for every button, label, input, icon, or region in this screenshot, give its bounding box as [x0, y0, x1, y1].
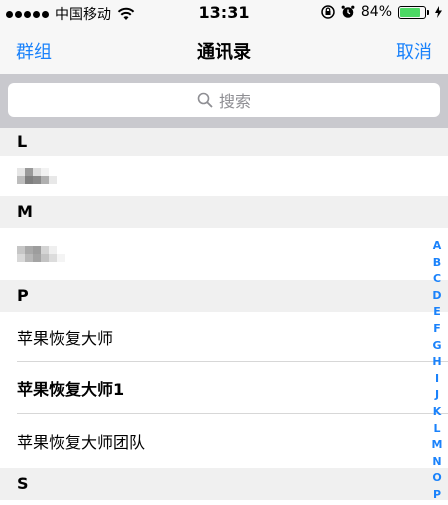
status-right: 84%: [321, 4, 442, 20]
search-bar: 搜索: [0, 74, 448, 128]
index-letter-h[interactable]: H: [432, 354, 441, 371]
contact-row[interactable]: 苹果恢复大师1: [0, 362, 448, 414]
index-letter-l[interactable]: L: [433, 421, 440, 438]
rotation-lock-icon: [321, 5, 335, 19]
index-letter-a[interactable]: A: [433, 238, 442, 255]
contact-name: 苹果恢复大师团队: [17, 433, 146, 452]
index-letter-m[interactable]: M: [432, 437, 443, 454]
index-letter-o[interactable]: O: [432, 470, 441, 487]
index-letter-p[interactable]: P: [433, 487, 441, 504]
nav-bar: 群组 通讯录 取消: [0, 28, 448, 74]
search-input[interactable]: 搜索: [8, 83, 440, 117]
section-index[interactable]: ABCDEFGHIJKLMNOP: [430, 238, 444, 504]
battery-percent: 84%: [360, 4, 392, 20]
battery-icon: [398, 5, 429, 19]
index-letter-g[interactable]: G: [432, 338, 441, 355]
page-title: 通讯录: [197, 42, 251, 63]
cancel-button[interactable]: 取消: [396, 38, 432, 64]
index-letter-c[interactable]: C: [433, 271, 441, 288]
contact-name: 苹果恢复大师: [17, 329, 114, 348]
index-letter-j[interactable]: J: [435, 387, 439, 404]
contact-row[interactable]: [0, 156, 448, 196]
contact-row[interactable]: [0, 228, 448, 280]
charging-bolt-icon: [435, 6, 442, 18]
index-letter-b[interactable]: B: [433, 255, 441, 272]
alarm-icon: [341, 5, 355, 18]
index-letter-f[interactable]: F: [433, 321, 441, 338]
contact-name: 苹果恢复大师1: [17, 380, 125, 399]
index-letter-n[interactable]: N: [432, 454, 441, 471]
pixelated-contact-name: [17, 246, 65, 262]
section-header-m: M: [0, 196, 448, 228]
status-bar: 中国移动 13:31 84%: [0, 0, 448, 28]
section-header-p: P: [0, 280, 448, 312]
contact-row[interactable]: 苹果恢复大师: [0, 312, 448, 362]
section-header-l: L: [0, 128, 448, 156]
contact-row[interactable]: 苹果恢复大师团队: [0, 414, 448, 468]
index-letter-e[interactable]: E: [433, 304, 441, 321]
index-letter-i[interactable]: I: [435, 371, 439, 388]
index-letter-d[interactable]: D: [432, 288, 441, 305]
pixelated-contact-name: [17, 168, 65, 184]
search-icon: [197, 92, 213, 108]
index-letter-k[interactable]: K: [433, 404, 442, 421]
section-header-s: S: [0, 468, 448, 500]
search-placeholder: 搜索: [218, 92, 251, 111]
